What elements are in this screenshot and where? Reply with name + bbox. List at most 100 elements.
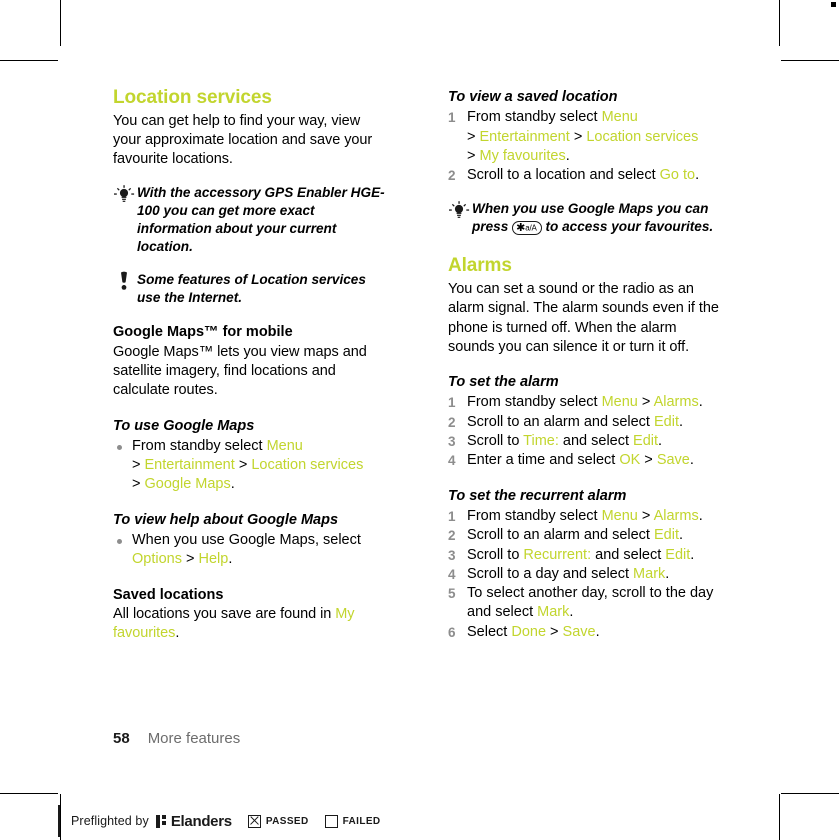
preflight-brand: Elanders (170, 812, 232, 830)
step-text-prefix: Enter a time and select (467, 452, 620, 469)
task-steps-set-alarm: From standby select Menu > Alarms. Scrol… (448, 393, 726, 470)
step-text-prefix: Scroll to an alarm and select (467, 413, 654, 430)
step-period: . (698, 394, 703, 411)
list-item: From standby select Menu > Alarms. (448, 393, 726, 413)
step-text-prefix: Scroll to an alarm and select (467, 527, 654, 544)
preflight-stamp: Preflighted by Elanders PASSED FAILED (58, 805, 381, 837)
star-glyph: ✱ (516, 221, 526, 234)
ui-ref-menu: Menu (601, 394, 638, 411)
step-text-prefix: From standby select (467, 507, 602, 524)
list-item: Scroll to an alarm and select Edit. (448, 526, 726, 546)
preflight-failed-checkbox[interactable]: FAILED (324, 814, 381, 828)
elanders-logo-icon (155, 814, 167, 828)
step-period: . (698, 507, 703, 524)
step-period: . (689, 452, 694, 469)
ui-ref-edit: Edit (665, 546, 691, 563)
ui-ref-mark: Mark (537, 604, 570, 621)
chapter-name: More features (147, 730, 241, 747)
tip-callout-favourites: When you use Google Maps you can press ✱… (448, 200, 726, 236)
lightbulb-icon (448, 200, 470, 222)
task-title-set-alarm: To set the alarm (448, 374, 559, 391)
path-separator: > (546, 623, 563, 640)
tip-callout-gps-text: With the accessory GPS Enabler HGE-100 y… (137, 185, 385, 255)
ui-ref-go-to: Go to (659, 167, 696, 184)
saved-body-suffix: . (175, 625, 180, 642)
ui-ref-entertainment: Entertainment (479, 128, 570, 145)
task-steps-view-saved-location: From standby select Menu > Entertainment … (448, 108, 726, 185)
note-callout-internet-text: Some features of Location services use t… (137, 272, 366, 306)
ui-ref-time-field: Time: (523, 433, 559, 450)
step-period: . (569, 604, 574, 621)
ui-ref-menu: Menu (601, 507, 638, 524)
step-text-prefix: Scroll to (467, 546, 524, 563)
list-item: Scroll to Time: and select Edit. (448, 432, 726, 452)
star-key-label: a/A (525, 223, 537, 233)
task-title-view-saved-location: To view a saved location (448, 89, 618, 105)
list-item: Scroll to an alarm and select Edit. (448, 413, 726, 433)
task-title-use-google-maps: To use Google Maps (113, 417, 255, 434)
list-item: From standby select Menu > Alarms. (448, 507, 726, 527)
step-text-prefix: Scroll to (467, 433, 524, 450)
lightbulb-icon (113, 184, 135, 206)
path-separator: > (467, 128, 476, 145)
exclamation-icon (113, 271, 135, 293)
step-period: . (690, 546, 695, 563)
step-text-mid: and select (558, 433, 634, 450)
ui-ref-alarms: Alarms (653, 507, 699, 524)
star-key-icon: ✱a/A (512, 220, 542, 236)
task-steps-help-google-maps: When you use Google Maps, select Options… (113, 531, 391, 570)
path-separator: > (637, 507, 654, 524)
list-item: To select another day, scroll to the day… (448, 584, 726, 623)
step-text-prefix: From standby select (132, 437, 267, 454)
ui-ref-location-services: Location services (251, 457, 364, 474)
checkbox-unchecked-icon (324, 814, 338, 828)
path-separator: > (186, 551, 195, 568)
step-text-mid: and select (591, 546, 666, 563)
saved-body-prefix: All locations you save are found in (113, 605, 336, 622)
right-column: To view a saved location From standby se… (448, 88, 726, 642)
step-period: . (228, 551, 233, 568)
list-item: Scroll to a location and select Go to. (448, 166, 726, 186)
step-period: . (595, 623, 600, 640)
list-item: Select Done > Save. (448, 623, 726, 643)
alarms-section-title: Alarms (448, 255, 512, 277)
ui-ref-recurrent-field: Recurrent: (523, 546, 592, 563)
ui-ref-ok: OK (619, 452, 641, 469)
path-separator: > (637, 394, 654, 411)
step-text-prefix: To select another day, scroll to the day… (467, 585, 714, 621)
task-steps-set-recurrent-alarm: From standby select Menu > Alarms. Scrol… (448, 507, 726, 642)
list-item: When you use Google Maps, select Options… (113, 531, 391, 570)
page-title: Location services (113, 87, 272, 108)
task-title-set-recurrent-alarm: To set the recurrent alarm (448, 487, 627, 504)
ui-ref-menu: Menu (266, 437, 303, 454)
preflight-passed-checkbox[interactable]: PASSED (247, 814, 309, 828)
ui-ref-mark: Mark (633, 565, 666, 582)
step-period: . (678, 527, 684, 544)
crop-mark-bottom-left-horizontal (0, 793, 58, 794)
step-text-prefix: From standby select (467, 394, 602, 411)
step-text-prefix: From standby select (467, 109, 602, 126)
ui-ref-done: Done (511, 623, 547, 640)
ui-ref-my-favourites: My favourites (479, 147, 566, 164)
list-item: From standby select Menu > Entertainment … (113, 437, 391, 495)
task-steps-use-google-maps: From standby select Menu > Entertainment … (113, 437, 391, 495)
list-item: From standby select Menu > Entertainment … (448, 108, 726, 166)
ui-ref-google-maps: Google Maps (144, 476, 231, 493)
crop-mark-bottom-right-horizontal (781, 793, 839, 794)
ui-ref-location-services: Location services (586, 128, 699, 145)
path-separator: > (467, 147, 476, 164)
ui-ref-entertainment: Entertainment (144, 457, 235, 474)
google-maps-body: Google Maps™ lets you view maps and sate… (113, 343, 367, 399)
ui-ref-edit: Edit (653, 413, 679, 430)
step-period: . (665, 565, 670, 582)
path-separator: > (132, 476, 141, 493)
tip-callout-favourites-text-after: to access your favourites. (541, 219, 714, 235)
step-period: . (695, 167, 700, 184)
location-services-intro: You can get help to find your way, view … (113, 112, 373, 168)
step-text-prefix: Scroll to a location and select (467, 167, 660, 184)
ui-ref-edit: Edit (633, 433, 659, 450)
crop-mark-bottom-right-vertical (779, 794, 780, 840)
step-period: . (230, 476, 235, 493)
path-separator: > (640, 452, 657, 469)
path-separator: > (573, 128, 583, 145)
